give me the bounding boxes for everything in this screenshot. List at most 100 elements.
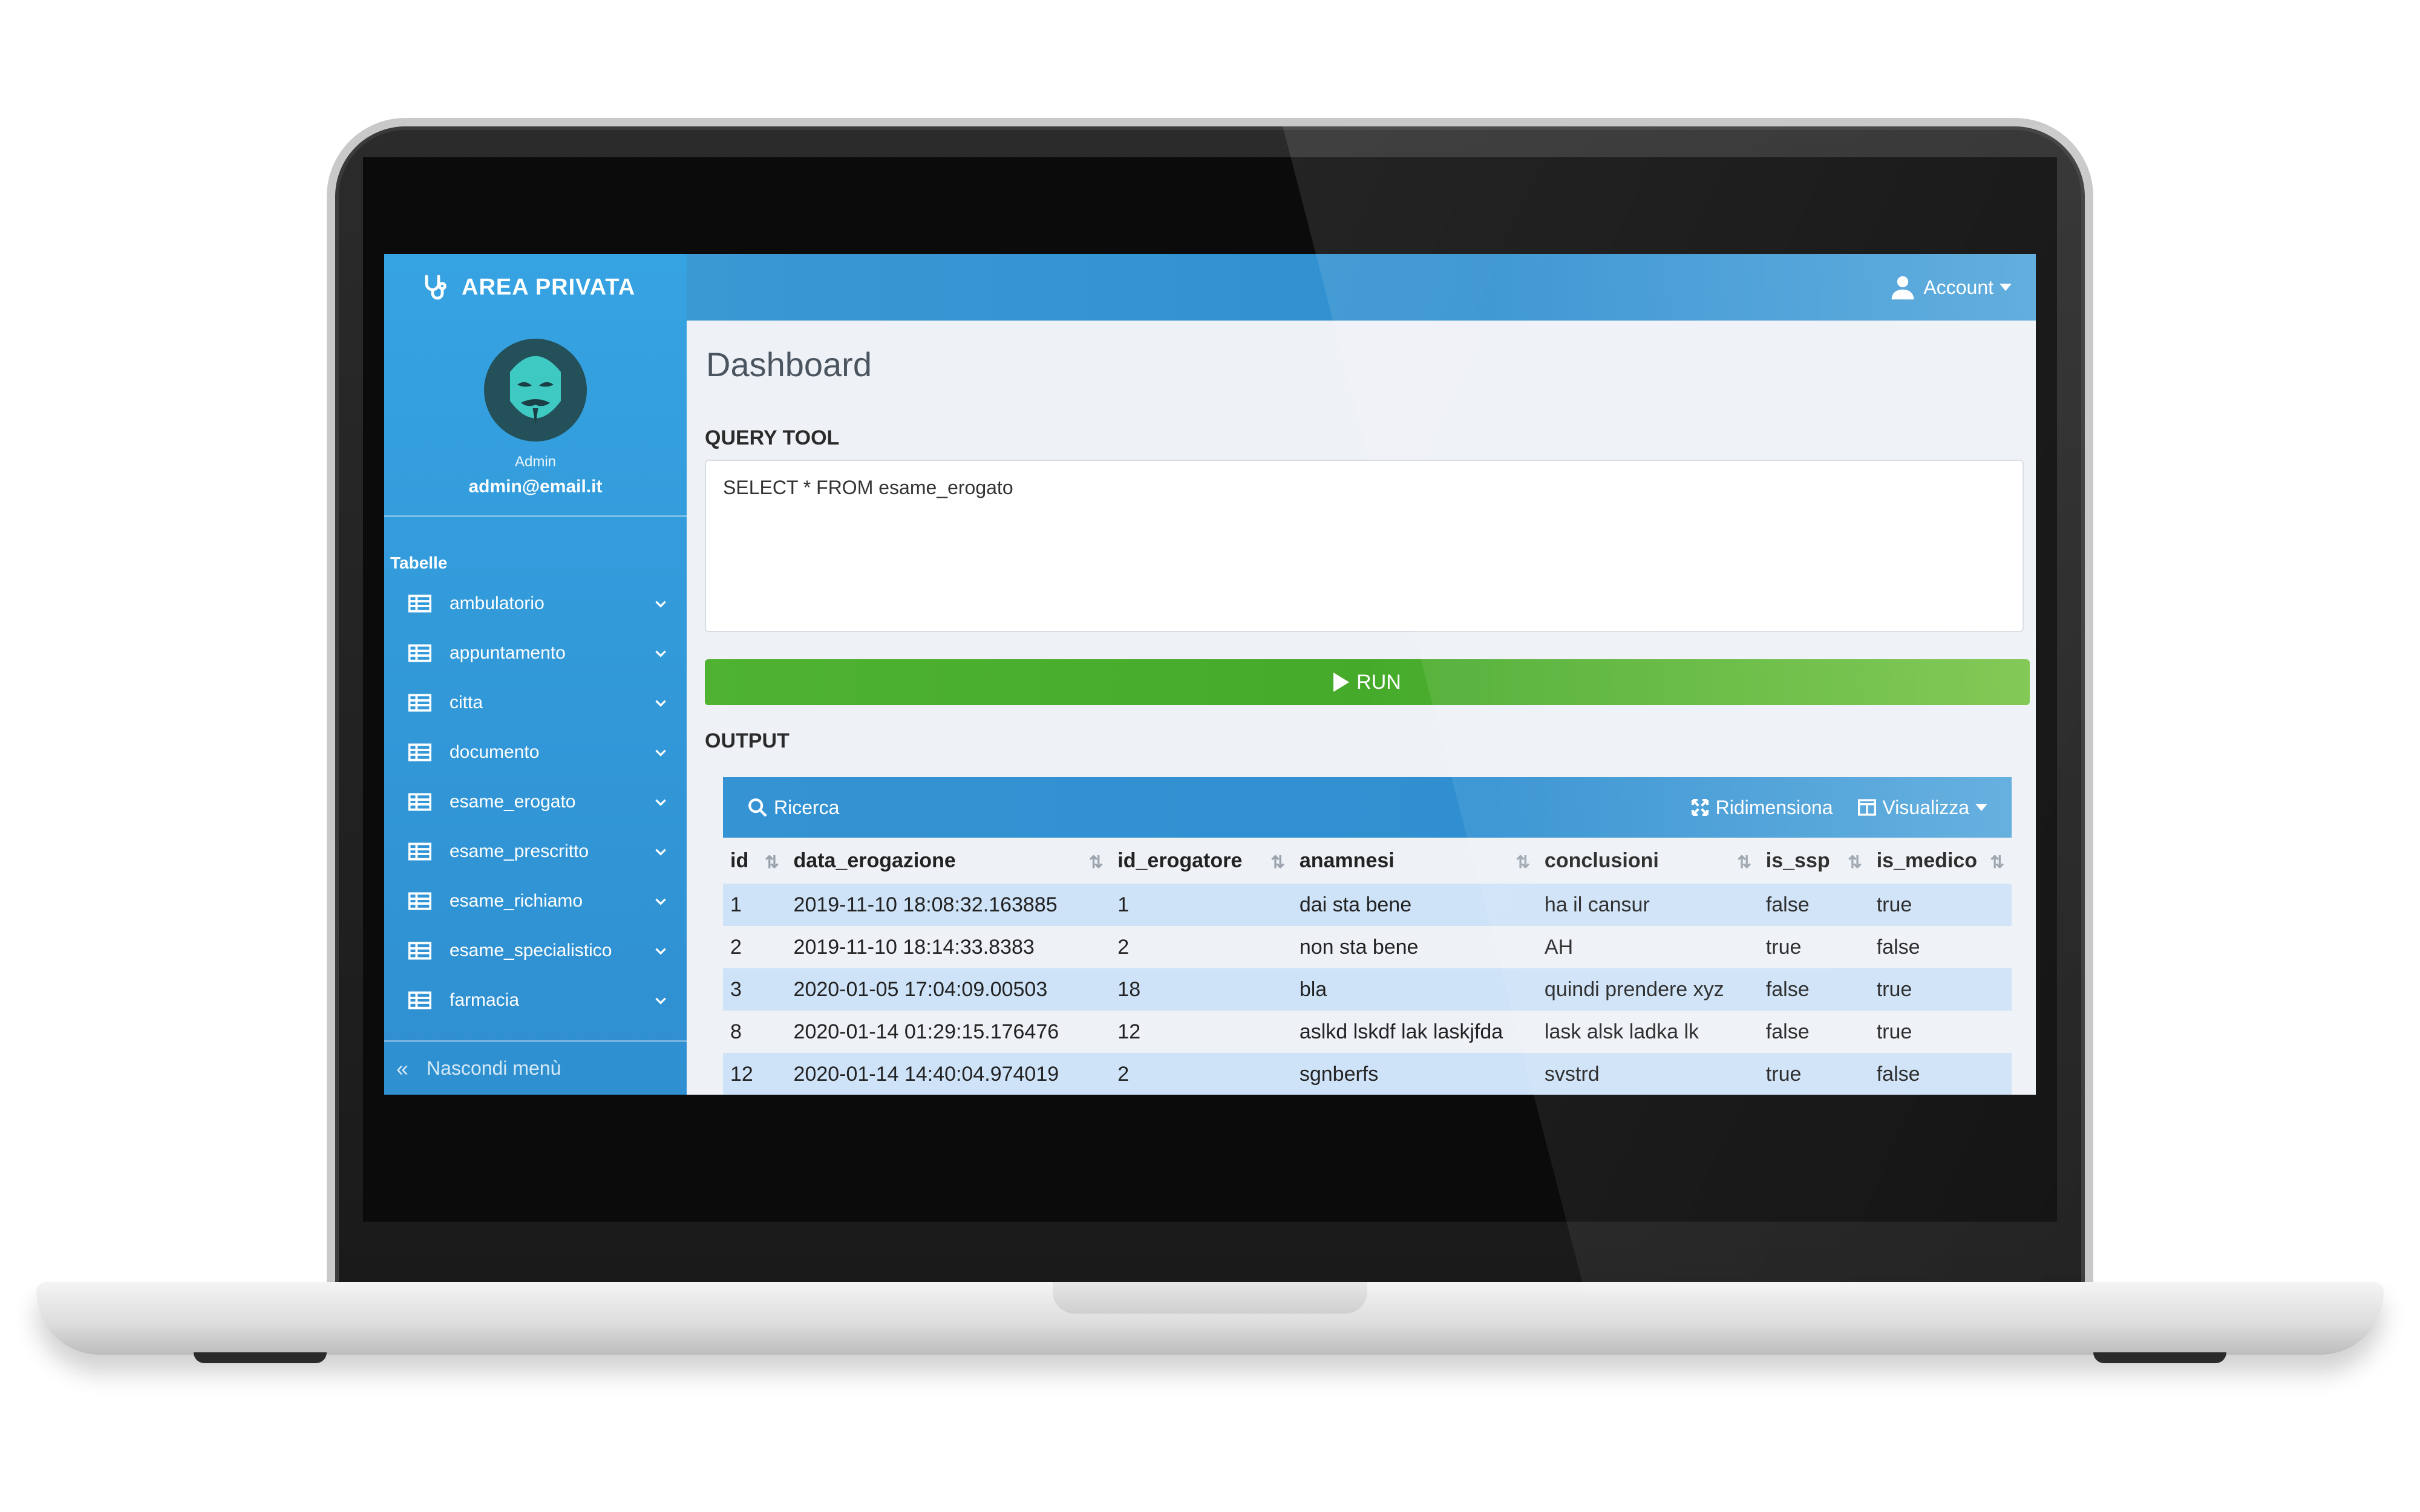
profile: Admin admin@email.it xyxy=(384,321,687,517)
column-header-label: conclusioni xyxy=(1544,849,1659,872)
table-cell: ha il cansur xyxy=(1537,884,1759,926)
run-button[interactable]: RUN xyxy=(705,659,2030,705)
table-icon xyxy=(408,892,431,910)
chevron-down-icon xyxy=(655,650,666,657)
table-icon xyxy=(408,991,431,1009)
sidebar-item-label: citta xyxy=(450,692,483,712)
resize-button[interactable]: Ridimensiona xyxy=(1690,797,1833,819)
sidebar-item-farmacia[interactable]: farmacia xyxy=(384,976,687,1025)
table-toolbar: Ricerca Ridimensiona Visualizza xyxy=(723,777,2012,838)
column-header-is_ssp[interactable]: is_ssp ⇅ xyxy=(1758,838,1869,884)
sidebar-item-label: documento xyxy=(450,742,540,762)
expand-icon xyxy=(1691,799,1709,816)
table-icon xyxy=(408,793,431,811)
laptop-foot xyxy=(194,1352,327,1363)
sort-icon[interactable]: ⇅ xyxy=(1516,852,1529,872)
table-header-row: id ⇅ data_erogazione ⇅ id_erogatore ⇅ anamnesi… xyxy=(723,838,2012,884)
table-cell: quindi prendere xyz xyxy=(1537,968,1759,1011)
table-cell: false xyxy=(1758,1011,1869,1053)
column-header-id_erogatore[interactable]: id_erogatore ⇅ xyxy=(1110,838,1292,884)
sort-icon[interactable]: ⇅ xyxy=(1990,852,2004,872)
column-header-is_medico[interactable]: is_medico ⇅ xyxy=(1869,838,2012,884)
column-header-anamnesi[interactable]: anamnesi ⇅ xyxy=(1292,838,1537,884)
table-row[interactable]: 8 2020-01-14 01:29:15.176476 12 aslkd lskdf… xyxy=(723,1011,2012,1053)
table-icon xyxy=(408,842,431,861)
table-row[interactable]: 12 2020-01-14 14:40:04.974019 2 sgnberfs svs… xyxy=(723,1053,2012,1095)
table-cell: sgnberfs xyxy=(1292,1053,1537,1095)
query-input[interactable] xyxy=(705,460,2024,632)
sidebar-item-esame_erogato[interactable]: esame_erogato xyxy=(384,777,687,827)
table-icon xyxy=(408,694,431,712)
table-row[interactable]: 1 2019-11-10 18:08:32.163885 1 dai sta bene… xyxy=(723,884,2012,926)
sort-icon[interactable]: ⇅ xyxy=(1848,852,1862,872)
table-icon xyxy=(408,595,431,613)
chevron-down-icon xyxy=(655,601,666,608)
table-cell: 2 xyxy=(1110,1053,1292,1095)
column-header-label: data_erogazione xyxy=(793,849,956,872)
query-tool-title: QUERY TOOL xyxy=(705,426,840,449)
sidebar-item-esame_specialistico[interactable]: esame_specialistico xyxy=(384,926,687,976)
table-icon xyxy=(408,942,431,960)
table-icon xyxy=(408,644,431,662)
hide-menu-button[interactable]: « Nascondi menù xyxy=(384,1040,687,1095)
sidebar-item-label: farmacia xyxy=(450,990,520,1010)
sidebar-item-label: esame_richiamo xyxy=(450,891,583,911)
sort-icon[interactable]: ⇅ xyxy=(1737,852,1751,872)
account-label: Account xyxy=(1923,276,1993,298)
search-icon xyxy=(748,798,767,817)
caret-down-icon xyxy=(2000,284,2012,291)
table-cell: 2020-01-05 17:04:09.00503 xyxy=(786,968,1111,1011)
table-cell: AH xyxy=(1537,926,1759,968)
table-cell: 3 xyxy=(723,968,786,1011)
resize-label: Ridimensiona xyxy=(1715,796,1833,818)
sidebar-item-esame_prescritto[interactable]: esame_prescritto xyxy=(384,827,687,876)
account-dropdown[interactable]: Account xyxy=(1889,274,2012,301)
columns-icon xyxy=(1857,799,1876,816)
table-cell: svstrd xyxy=(1537,1053,1759,1095)
sidebar-item-documento[interactable]: documento xyxy=(384,728,687,777)
column-header-label: id xyxy=(730,849,749,872)
column-header-data_erogazione[interactable]: data_erogazione ⇅ xyxy=(786,838,1111,884)
table-row[interactable]: 3 2020-01-05 17:04:09.00503 18 bla quindi pr… xyxy=(723,968,2012,1011)
double-chevron-left-icon: « xyxy=(396,1055,409,1081)
table-row[interactable]: 2 2019-11-10 18:14:33.8383 2 non sta bene AH… xyxy=(723,926,2012,968)
table-cell: 2020-01-14 14:40:04.974019 xyxy=(786,1053,1111,1095)
view-dropdown[interactable]: Visualizza xyxy=(1857,797,1987,819)
avatar[interactable] xyxy=(484,339,587,442)
table-cell: dai sta bene xyxy=(1292,884,1537,926)
column-header-label: is_medico xyxy=(1876,849,1978,872)
column-header-conclusioni[interactable]: conclusioni ⇅ xyxy=(1537,838,1759,884)
table-cell: true xyxy=(1869,884,2012,926)
output-title: OUTPUT xyxy=(705,729,790,752)
table-cell: false xyxy=(1869,1053,2012,1095)
column-header-id[interactable]: id ⇅ xyxy=(723,838,786,884)
table-cell: 8 xyxy=(723,1011,786,1053)
table-cell: 2 xyxy=(723,926,786,968)
sort-icon[interactable]: ⇅ xyxy=(765,852,779,872)
sidebar-item-label: ambulatorio xyxy=(450,593,544,613)
table-cell: 12 xyxy=(1110,1011,1292,1053)
sort-icon[interactable]: ⇅ xyxy=(1270,852,1284,872)
table-cell: true xyxy=(1869,1011,2012,1053)
output-panel: Ricerca Ridimensiona Visualizza id ⇅ dat… xyxy=(705,777,2030,1095)
sidebar-item-citta[interactable]: citta xyxy=(384,678,687,728)
table-cell: true xyxy=(1758,1053,1869,1095)
table-cell: false xyxy=(1758,968,1869,1011)
chevron-down-icon xyxy=(655,849,666,856)
sidebar-item-esame_richiamo[interactable]: esame_richiamo xyxy=(384,876,687,926)
sidebar-item-label: esame_prescritto xyxy=(450,841,589,861)
run-label: RUN xyxy=(1356,670,1401,694)
sort-icon[interactable]: ⇅ xyxy=(1089,852,1103,872)
brand[interactable]: AREA PRIVATA xyxy=(384,254,687,321)
table-cell: 1 xyxy=(1110,884,1292,926)
column-header-label: anamnesi xyxy=(1299,849,1395,872)
table-cell: 2020-01-14 01:29:15.176476 xyxy=(786,1011,1111,1053)
sidebar-item-ambulatorio[interactable]: ambulatorio xyxy=(384,579,687,628)
table-body: 1 2019-11-10 18:08:32.163885 1 dai sta bene… xyxy=(723,884,2012,1095)
search-button[interactable]: Ricerca xyxy=(747,797,1666,819)
chevron-down-icon xyxy=(655,700,666,707)
sidebar-item-appuntamento[interactable]: appuntamento xyxy=(384,628,687,678)
table-cell: false xyxy=(1869,926,2012,968)
caret-down-icon xyxy=(1975,804,1987,811)
output-table: id ⇅ data_erogazione ⇅ id_erogatore ⇅ anamnesi… xyxy=(723,838,2012,1095)
